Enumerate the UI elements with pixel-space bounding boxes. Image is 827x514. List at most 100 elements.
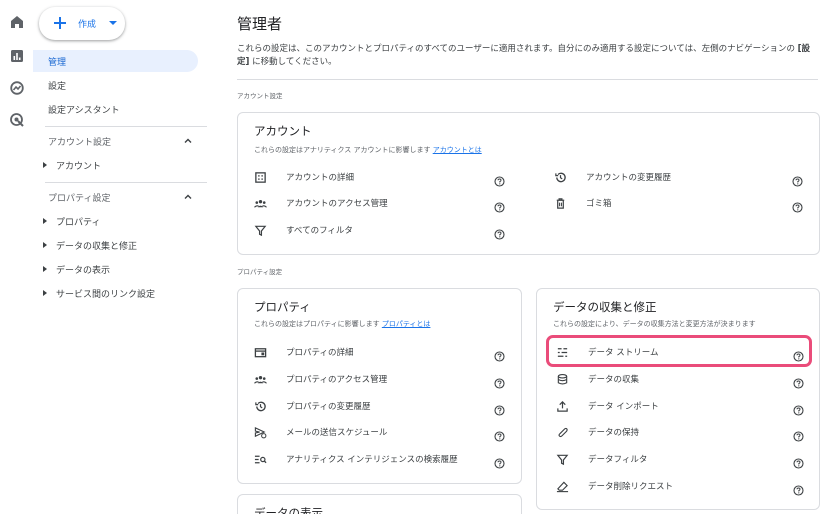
data-deletion-requests-row[interactable]: データ削除リクエスト: [555, 477, 673, 495]
row-label: ゴミ箱: [586, 199, 612, 209]
main-content: 管理者 これらの設定は、このアカウントとプロパティのすべてのユーザーに適用されま…: [220, 0, 827, 514]
explore-icon[interactable]: [9, 80, 25, 96]
property-access-management-row[interactable]: プロパティのアクセス管理: [253, 370, 387, 388]
row-label: データの保持: [588, 428, 640, 438]
data-streams-icon: [555, 345, 569, 359]
expand-arrow-icon: [43, 266, 47, 272]
people-icon: [253, 372, 267, 386]
data-streams-row[interactable]: データ ストリーム: [555, 343, 658, 361]
help-icon[interactable]: [494, 454, 505, 469]
property-details-icon: [253, 345, 267, 359]
chevron-up-icon: [184, 138, 192, 143]
nav-sub-data-display[interactable]: データの表示: [43, 261, 110, 277]
data-collection-row[interactable]: データの収集: [555, 370, 639, 388]
row-label: データ削除リクエスト: [588, 482, 674, 492]
help-icon[interactable]: [792, 198, 803, 213]
nav-sub-property[interactable]: プロパティ: [43, 213, 100, 229]
help-icon[interactable]: [793, 374, 804, 389]
advertising-icon[interactable]: [9, 112, 25, 128]
desc-text: これらの設定は、このアカウントとプロパティのすべてのユーザーに適用されます。自分…: [237, 44, 798, 54]
help-icon[interactable]: [793, 401, 804, 416]
section-label-account: アカウント設定: [237, 92, 283, 100]
help-icon[interactable]: [793, 454, 804, 469]
building-icon: [253, 170, 267, 184]
caret-down-icon: [109, 21, 117, 25]
card-subtitle: これらの設定はプロパティに影響します プロパティとは: [254, 319, 430, 329]
help-icon[interactable]: [494, 374, 505, 389]
expand-arrow-icon: [43, 242, 47, 248]
account-access-management-row[interactable]: アカウントのアクセス管理: [253, 194, 388, 212]
nav-section-account[interactable]: アカウント設定: [48, 133, 193, 149]
left-nav: 作成 管理 設定 設定アシスタント アカウント設定 アカウント プロパティ設定 …: [33, 0, 208, 514]
nav-sub-data-collection[interactable]: データの収集と修正: [43, 237, 137, 253]
nav-sub-label: サービス間のリンク設定: [56, 289, 156, 300]
help-icon[interactable]: [494, 427, 505, 442]
expand-arrow-icon: [43, 162, 47, 168]
nav-item-label: 設定アシスタント: [48, 105, 120, 116]
property-details-row[interactable]: プロパティの詳細: [253, 343, 354, 361]
nav-sub-account[interactable]: アカウント: [43, 157, 101, 173]
nav-sub-label: データの表示: [56, 265, 111, 276]
row-label: データフィルタ: [588, 455, 648, 465]
help-icon[interactable]: [494, 401, 505, 416]
account-details-row[interactable]: アカウントの詳細: [253, 168, 354, 186]
row-label: データの収集: [588, 375, 640, 385]
nav-sub-product-links[interactable]: サービス間のリンク設定: [43, 285, 155, 301]
help-icon[interactable]: [792, 172, 803, 187]
nav-section-property[interactable]: プロパティ設定: [48, 189, 193, 205]
nav-divider: [45, 182, 207, 183]
people-icon: [253, 196, 267, 210]
nav-section-title: アカウント設定: [48, 137, 112, 148]
card-title: データの表示: [254, 506, 323, 514]
insights-search-history-row[interactable]: アナリティクス インテリジェンスの検索履歴: [253, 450, 458, 468]
card-title: プロパティ: [254, 300, 311, 314]
row-label: すべてのフィルタ: [286, 226, 353, 236]
row-label: データ インポート: [588, 402, 659, 412]
row-label: プロパティの詳細: [286, 348, 354, 358]
page-description: これらの設定は、このアカウントとプロパティのすべてのユーザーに適用されます。自分…: [237, 43, 822, 69]
row-label: アカウントのアクセス管理: [286, 199, 388, 209]
section-label-property: プロパティ設定: [237, 268, 283, 276]
search-history-icon: [253, 452, 267, 466]
nav-item-admin[interactable]: 管理: [33, 50, 198, 72]
data-retention-row[interactable]: データの保持: [555, 423, 639, 441]
desc-text: に移動してください。: [249, 57, 337, 67]
help-icon[interactable]: [793, 347, 804, 362]
reports-icon[interactable]: [9, 48, 25, 64]
help-icon[interactable]: [494, 347, 505, 362]
trash-row[interactable]: ゴミ箱: [553, 194, 612, 212]
scheduled-emails-row[interactable]: メールの送信スケジュール: [253, 423, 387, 441]
what-is-account-link[interactable]: アカウントとは: [433, 146, 482, 154]
create-button-label: 作成: [78, 20, 97, 30]
nav-sub-label: アカウント: [56, 161, 102, 172]
data-import-row[interactable]: データ インポート: [555, 397, 659, 415]
help-icon[interactable]: [793, 481, 804, 496]
row-label: データ ストリーム: [588, 348, 659, 358]
nav-divider: [45, 126, 207, 127]
account-change-history-row[interactable]: アカウントの変更履歴: [553, 168, 671, 186]
create-button[interactable]: 作成: [39, 7, 125, 40]
row-label: プロパティのアクセス管理: [286, 375, 388, 385]
data-filters-row[interactable]: データフィルタ: [555, 450, 647, 468]
card-subtitle-text: これらの設定はアナリティクス アカウントに影響します: [254, 146, 431, 154]
home-icon[interactable]: [9, 14, 25, 30]
help-icon[interactable]: [793, 427, 804, 442]
database-icon: [555, 372, 569, 386]
eraser-icon: [555, 479, 569, 493]
help-icon[interactable]: [494, 172, 505, 187]
property-change-history-row[interactable]: プロパティの変更履歴: [253, 397, 371, 415]
nav-item-setup-assistant[interactable]: 設定アシスタント: [33, 98, 198, 120]
nav-sub-label: プロパティ: [56, 217, 101, 228]
all-filters-row[interactable]: すべてのフィルタ: [253, 221, 353, 239]
history-icon: [253, 399, 267, 413]
expand-arrow-icon: [43, 290, 47, 296]
chevron-up-icon: [184, 194, 192, 199]
nav-item-settings[interactable]: 設定: [33, 74, 198, 96]
help-icon[interactable]: [494, 225, 505, 240]
icon-rail: [0, 0, 33, 514]
row-label: アナリティクス インテリジェンスの検索履歴: [286, 455, 458, 465]
plus-icon: [54, 17, 66, 29]
help-icon[interactable]: [494, 198, 505, 213]
what-is-property-link[interactable]: プロパティとは: [382, 320, 431, 328]
row-label: プロパティの変更履歴: [286, 402, 371, 412]
